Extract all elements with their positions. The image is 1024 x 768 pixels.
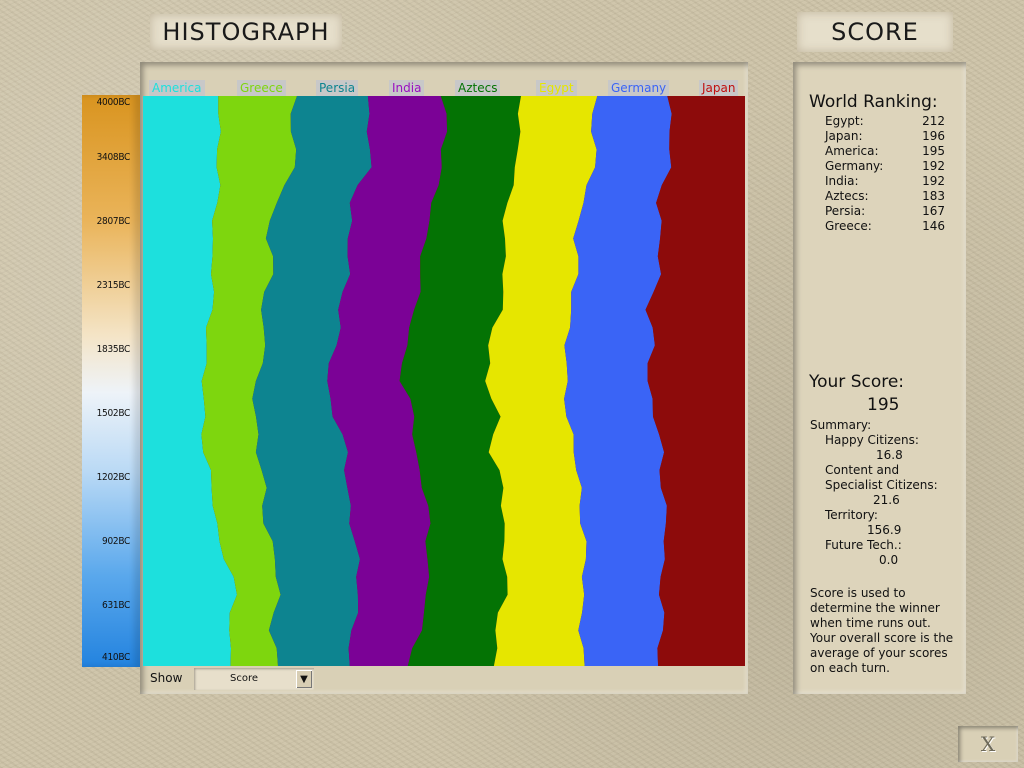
ranking-score: 192	[922, 174, 945, 188]
ranking-row: Germany: 192	[825, 159, 945, 174]
legend-greece: Greece	[237, 80, 286, 96]
show-label: Show	[150, 671, 183, 685]
ranking-name: Germany:	[825, 159, 884, 173]
your-score-label: Your Score:	[809, 372, 905, 392]
world-ranking-title: World Ranking:	[809, 92, 938, 112]
ranking-name: America:	[825, 144, 879, 158]
future-tech-value: 0.0	[879, 553, 899, 567]
content-citizens-label-2: Specialist Citizens:	[825, 478, 938, 492]
content-citizens-label-1: Content and	[825, 463, 900, 477]
show-dropdown-value: Score	[229, 673, 258, 684]
ranking-name: Greece:	[825, 219, 872, 233]
close-icon: X	[980, 732, 996, 756]
ranking-name: Aztecs:	[825, 189, 869, 203]
exit-button[interactable]: X	[958, 726, 1018, 762]
legend-egypt: Egypt	[536, 80, 577, 96]
ranking-score: 212	[922, 114, 945, 128]
legend-germany: Germany	[608, 80, 670, 96]
ranking-row: Egypt: 212	[825, 114, 945, 129]
ranking-name: India:	[825, 174, 859, 188]
score-explanation: Score is used to determine the winner wh…	[810, 586, 954, 675]
content-citizens-value: 21.6	[873, 493, 900, 507]
legend-america: America	[149, 80, 205, 96]
ranking-row: India: 192	[825, 174, 945, 189]
future-tech-label: Future Tech.:	[825, 538, 902, 552]
legend-aztecs: Aztecs	[455, 80, 501, 96]
ranking-score: 146	[922, 219, 945, 233]
ranking-score: 167	[922, 204, 945, 218]
summary-label: Summary:	[810, 418, 872, 432]
legend-india: India	[389, 80, 425, 96]
ranking-row: Greece: 146	[825, 219, 945, 234]
happy-citizens-label: Happy Citizens:	[825, 433, 919, 447]
legend-japan: Japan	[699, 80, 739, 96]
ranking-score: 183	[922, 189, 945, 203]
happy-citizens-value: 16.8	[876, 448, 903, 462]
ranking-name: Persia:	[825, 204, 866, 218]
chevron-down-icon[interactable]: ▼	[296, 670, 312, 688]
territory-label: Territory:	[825, 508, 878, 522]
ranking-row: Aztecs: 183	[825, 189, 945, 204]
show-dropdown[interactable]: Score ▼	[194, 668, 314, 690]
ranking-row: Persia: 167	[825, 204, 945, 219]
your-score-value: 195	[867, 395, 900, 415]
ranking-name: Japan:	[825, 129, 863, 143]
ranking-name: Egypt:	[825, 114, 864, 128]
legend-persia: Persia	[316, 80, 359, 96]
ranking-score: 192	[922, 159, 945, 173]
ranking-score: 196	[922, 129, 945, 143]
ranking-row: Japan: 196	[825, 129, 945, 144]
territory-value: 156.9	[867, 523, 902, 537]
ranking-row: America: 195	[825, 144, 945, 159]
ranking-score: 195	[922, 144, 945, 158]
